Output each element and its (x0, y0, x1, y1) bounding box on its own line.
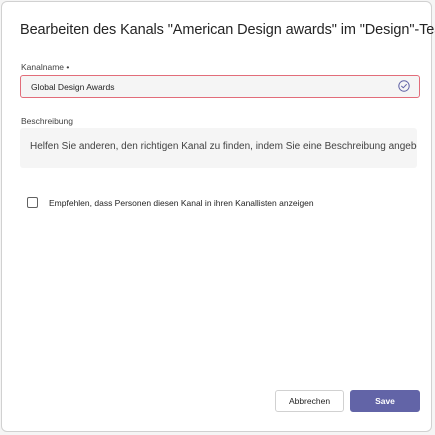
edit-channel-dialog: Bearbeiten des Kanals "American Design a… (1, 1, 435, 432)
channel-name-value: Global Design Awards (31, 81, 115, 92)
description-input[interactable]: Helfen Sie anderen, den richtigen Kanal … (20, 128, 417, 168)
channel-name-label: Kanalname • (21, 62, 70, 72)
check-circle-icon (398, 80, 410, 92)
recommend-channel-checkbox[interactable] (27, 197, 38, 208)
save-button[interactable]: Save (350, 390, 420, 412)
cancel-button[interactable]: Abbrechen (275, 390, 344, 412)
description-placeholder: Helfen Sie anderen, den richtigen Kanal … (30, 141, 417, 152)
channel-name-input[interactable]: Global Design Awards (20, 75, 420, 98)
recommend-channel-row[interactable]: Empfehlen, dass Personen diesen Kanal in… (27, 197, 314, 208)
recommend-channel-label: Empfehlen, dass Personen diesen Kanal in… (49, 197, 314, 208)
description-label: Beschreibung (21, 116, 73, 126)
dialog-title: Bearbeiten des Kanals "American Design a… (20, 22, 435, 38)
